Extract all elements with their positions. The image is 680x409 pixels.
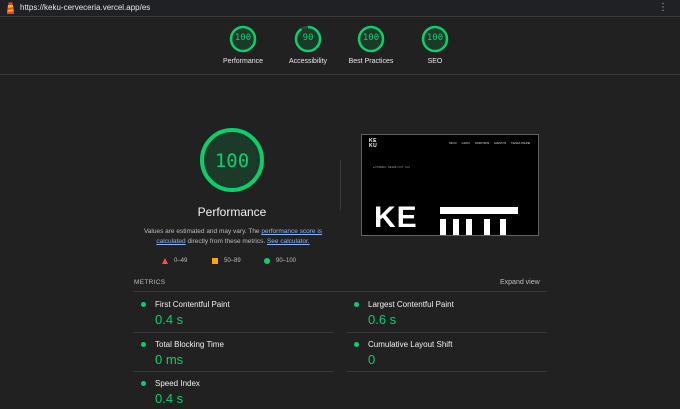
triangle-icon [162, 258, 168, 264]
metric-value: 0.6 s [368, 312, 397, 327]
site-nav-item: EVENTOS [494, 142, 507, 145]
disclaimer-text: Values are estimated and may vary. The [143, 228, 262, 235]
lighthouse-logo-icon [7, 2, 14, 14]
circle-icon [264, 258, 270, 264]
legend-range: 50–89 [224, 258, 241, 264]
site-nav-item: INICIO [449, 142, 457, 145]
metric-name: Total Blocking Time [155, 340, 224, 349]
metric-value: 0.4 s [155, 391, 184, 406]
site-nav-item: CARTA [461, 142, 470, 145]
metric-name: Speed Index [155, 379, 200, 388]
site-hero-text: KE [374, 201, 418, 234]
legend-range: 0–49 [174, 258, 188, 264]
summary-score: 100 [426, 33, 444, 43]
metric-value: 0.4 s [155, 312, 184, 327]
legend-item-fail: 0–49 [162, 258, 187, 264]
legend-item-average: 50–89 [212, 258, 241, 264]
top-bar: https://keku-cerveceria.vercel.app/es ⋮ [0, 0, 680, 17]
metric-speed-index: Speed Index 0.4 s [134, 376, 334, 409]
pass-circle-icon [141, 381, 146, 386]
site-nav: INICIO CARTA NOSOTROS EVENTOS TIENDA ONL… [449, 142, 530, 145]
score-summary: 100 Performance 90 Accessibility 100 Bes… [0, 17, 680, 75]
divider [347, 332, 546, 333]
divider [134, 332, 334, 333]
report-url[interactable]: https://keku-cerveceria.vercel.app/es [20, 3, 150, 12]
performance-title: Performance [197, 205, 267, 219]
disclaimer-text: directly from these metrics. [185, 238, 267, 245]
performance-score: 100 [214, 150, 250, 172]
square-icon [212, 258, 218, 264]
site-nav-item: TIENDA ONLINE [511, 142, 531, 145]
metric-fcp: First Contentful Paint 0.4 s [134, 297, 334, 333]
metric-tbt: Total Blocking Time 0 ms [134, 337, 334, 373]
score-legend: 0–49 50–89 90–100 [162, 258, 322, 268]
legend-item-pass: 90–100 [264, 258, 296, 264]
pass-circle-icon [141, 342, 146, 347]
summary-score: 100 [362, 33, 380, 43]
summary-label: SEO [427, 58, 443, 65]
divider [340, 160, 341, 210]
pass-circle-icon [354, 342, 359, 347]
divider [347, 371, 546, 372]
pass-circle-icon [354, 302, 359, 307]
metric-value: 0 ms [155, 352, 184, 367]
expand-view-button[interactable]: Expand view [500, 279, 540, 286]
page-screenshot[interactable]: KE KU INICIO CARTA NOSOTROS EVENTOS TIEN… [361, 134, 539, 236]
metric-name: Largest Contentful Paint [368, 300, 454, 309]
site-logo: KE KU [369, 138, 378, 149]
metric-name: First Contentful Paint [155, 300, 230, 309]
metric-name: Cumulative Layout Shift [368, 340, 453, 349]
summary-score: 100 [234, 33, 252, 43]
site-nav-item: NOSOTROS [474, 142, 490, 145]
metric-value: 0 [368, 352, 376, 367]
divider [134, 291, 546, 292]
legend-range: 90–100 [276, 258, 297, 264]
metric-cls: Cumulative Layout Shift 0 [347, 337, 547, 373]
summary-gauge-seo[interactable]: 100 SEO [400, 25, 470, 73]
summary-gauge-performance[interactable]: 100 Performance [208, 25, 278, 73]
hero-logo-mark [440, 207, 518, 235]
see-calculator-link[interactable]: See calculator. [267, 238, 310, 245]
pass-circle-icon [141, 302, 146, 307]
site-subtitle: ● PORRES · DESDE 1776 · 10.6 [373, 166, 410, 169]
metric-lcp: Largest Contentful Paint 0.6 s [347, 297, 547, 333]
score-disclaimer: Values are estimated and may vary. The p… [133, 227, 333, 247]
metrics-header: METRICS [134, 279, 166, 286]
summary-gauge-accessibility[interactable]: 90 Accessibility [273, 25, 343, 73]
divider [134, 371, 334, 372]
summary-gauge-best-practices[interactable]: 100 Best Practices [336, 25, 406, 73]
menu-icon[interactable]: ⋮ [658, 1, 668, 15]
summary-score: 90 [302, 33, 314, 43]
